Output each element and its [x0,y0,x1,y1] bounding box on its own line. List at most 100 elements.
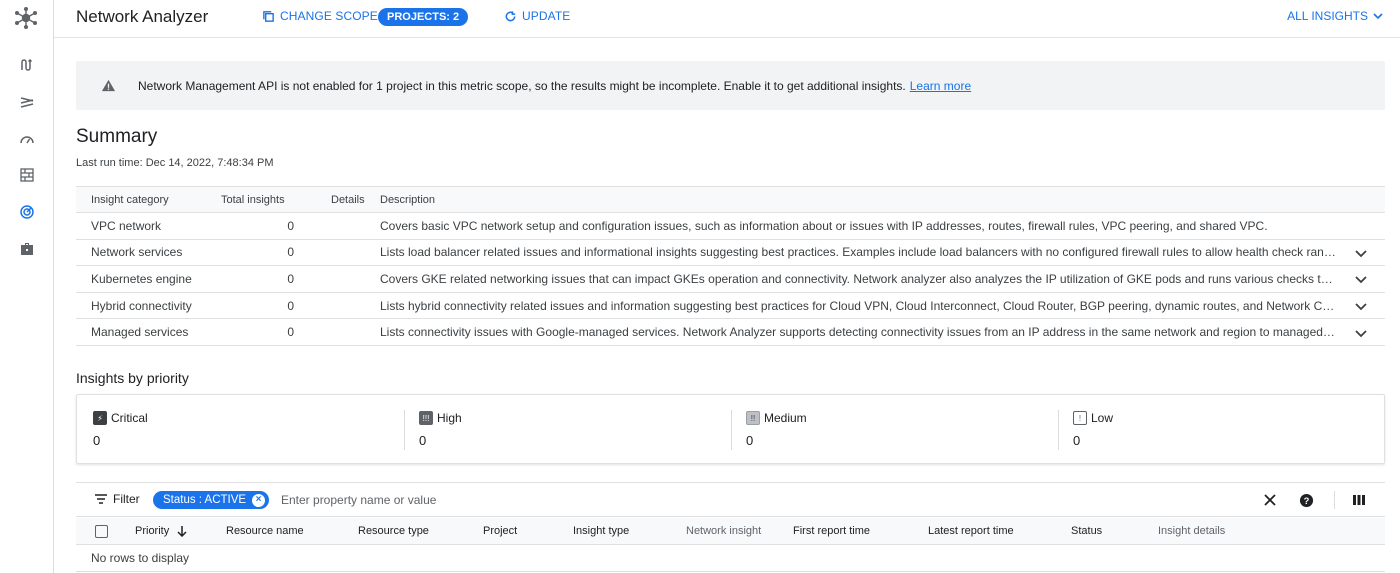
column-display-options-icon[interactable] [1351,492,1367,508]
refresh-icon [505,10,516,21]
warning-icon [101,79,116,92]
chevron-down-icon [1373,13,1383,20]
summary-row[interactable]: Hybrid connectivity 0 Lists hybrid conne… [76,292,1385,320]
expand-row-button[interactable] [1337,318,1385,346]
total-cell: 0 [207,265,317,293]
learn-more-link[interactable]: Learn more [910,79,971,93]
col-details[interactable]: Details [317,186,380,213]
priority-high[interactable]: !!! High 0 [404,395,731,465]
high-priority-icon: !!! [419,411,433,425]
col-project[interactable]: Project [483,525,517,537]
help-icon[interactable]: ? [1298,492,1314,508]
description-cell: Covers basic VPC network setup and confi… [380,212,1337,240]
category-cell: Managed services [76,318,207,346]
priority-label: Medium [764,411,807,425]
last-run-time: Last run time: Dec 14, 2022, 7:48:34 PM [76,157,274,169]
divider [1058,410,1059,450]
divider [731,410,732,450]
insights-by-priority-title: Insights by priority [76,370,189,386]
filter-input[interactable] [281,489,781,511]
low-priority-icon: ! [1073,411,1087,425]
priority-count: 0 [1073,433,1081,448]
summary-row[interactable]: Network services 0 Lists load balancer r… [76,239,1385,267]
priority-medium[interactable]: !! Medium 0 [731,395,1058,465]
priority-label: High [437,411,462,425]
select-all-checkbox[interactable] [95,525,108,538]
summary-row[interactable]: Kubernetes engine 0 Covers GKE related n… [76,265,1385,293]
critical-priority-icon: ⚡ [93,411,107,425]
filter-bar: Filter Status : ACTIVE × ? [76,482,1385,517]
col-insight-details: Insight details [1158,525,1226,537]
chevron-down-icon [1355,329,1367,337]
priority-count: 0 [93,433,101,448]
col-first-report-time[interactable]: First report time [793,525,870,537]
divider [1334,491,1335,509]
expand-row-button[interactable] [1337,292,1385,320]
clear-filter-icon[interactable] [1262,492,1278,508]
copy-scope-icon [263,10,274,22]
change-scope-button[interactable]: CHANGE SCOPE [262,9,378,23]
col-total-insights[interactable]: Total insights [207,186,317,213]
summary-row[interactable]: Managed services 0 Lists connectivity is… [76,318,1385,346]
divider [76,571,1385,572]
total-cell: 0 [207,239,317,267]
col-resource-name[interactable]: Resource name [226,525,304,537]
top-header: Network Analyzer CHANGE SCOPE PROJECTS: … [54,0,1400,38]
description-cell: Lists load balancer related issues and i… [380,239,1337,267]
status-filter-chip[interactable]: Status : ACTIVE × [153,491,270,509]
insights-table-header: Priority Resource name Resource type Pro… [76,518,1385,545]
priority-count: 0 [746,433,754,448]
filter-button[interactable]: Filter [94,492,140,506]
col-resource-type[interactable]: Resource type [358,525,429,537]
summary-row[interactable]: VPC network 0 Covers basic VPC network s… [76,212,1385,240]
col-status[interactable]: Status [1071,525,1102,537]
expand-row-button[interactable] [1337,265,1385,293]
priority-low[interactable]: ! Low 0 [1058,395,1384,465]
priority-count: 0 [419,433,427,448]
priority-label: Low [1091,411,1114,425]
banner-message: Network Management API is not enabled fo… [138,78,906,93]
divider [404,410,405,450]
total-cell: 0 [207,212,317,240]
col-description[interactable]: Description [380,186,1337,213]
description-cell: Lists connectivity issues with Google-ma… [380,318,1337,346]
svg-text:?: ? [1303,495,1309,505]
network-analyzer-icon[interactable] [0,197,53,227]
description-cell: Lists hybrid connectivity related issues… [380,292,1337,320]
performance-dashboard-icon[interactable] [0,124,53,154]
summary-title: Summary [76,126,158,147]
status-chip-label: Status : ACTIVE [163,494,247,506]
all-insights-label: ALL INSIGHTS [1287,9,1368,23]
chevron-down-icon [1355,250,1367,258]
update-button[interactable]: UPDATE [504,9,570,23]
briefcase-icon[interactable] [0,234,53,264]
summary-table: Insight category Total insights Details … [76,186,1385,346]
priority-critical[interactable]: ⚡ Critical 0 [77,395,404,465]
col-latest-report-time[interactable]: Latest report time [928,525,1014,537]
col-network-insight: Network insight [686,525,762,537]
total-cell: 0 [207,292,317,320]
medium-priority-icon: !! [746,411,760,425]
all-insights-dropdown[interactable]: ALL INSIGHTS [1287,9,1384,23]
priority-label: Critical [111,411,148,425]
topology-icon[interactable] [0,87,53,117]
sort-descending-icon [177,526,187,537]
connectivity-tests-icon[interactable] [0,50,53,80]
col-priority[interactable]: Priority [135,525,188,537]
remove-chip-icon[interactable]: × [252,493,266,507]
category-cell: Kubernetes engine [76,265,207,293]
chevron-down-icon [1355,303,1367,311]
expand-row-button[interactable] [1337,239,1385,267]
col-insight-category[interactable]: Insight category [76,186,207,213]
network-intelligence-logo-icon[interactable] [13,6,39,30]
firewall-insights-icon[interactable] [0,160,53,190]
category-cell: Hybrid connectivity [76,292,207,320]
description-cell: Covers GKE related networking issues tha… [380,265,1337,293]
change-scope-label: CHANGE SCOPE [280,9,378,23]
priority-summary-card: ⚡ Critical 0 !!! High 0 !! Medium 0 ! Lo… [76,394,1385,464]
total-cell: 0 [207,318,317,346]
filter-label: Filter [113,492,140,506]
projects-chip[interactable]: PROJECTS: 2 [378,8,469,26]
col-insight-type[interactable]: Insight type [573,525,629,537]
empty-table-message: No rows to display [91,551,190,565]
